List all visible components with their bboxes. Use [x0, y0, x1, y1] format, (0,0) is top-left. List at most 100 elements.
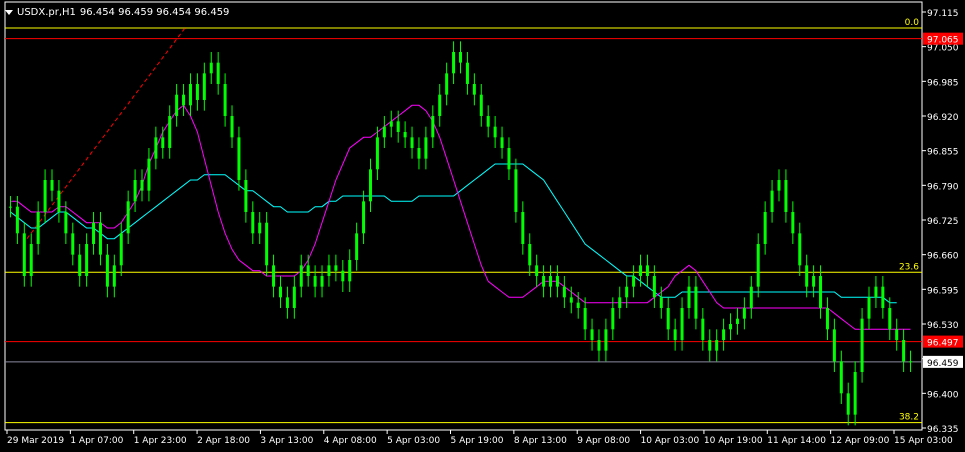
candle-body: [168, 116, 172, 148]
x-tick-label: 5 Apr 03:00: [387, 436, 440, 446]
candle-body: [417, 148, 421, 159]
candle-body: [500, 137, 504, 148]
candle-body: [313, 276, 317, 287]
candle-body: [57, 190, 61, 212]
candle-body: [722, 329, 726, 340]
candle-body: [438, 94, 442, 116]
plot-frame: [4, 1, 923, 431]
candle-body: [486, 116, 490, 127]
candle-body: [306, 265, 310, 276]
candle-body: [645, 265, 649, 276]
candle-body: [701, 318, 705, 340]
candle-body: [784, 180, 788, 212]
candle-body: [777, 180, 781, 191]
candle-body: [604, 329, 608, 351]
candle-body: [292, 286, 296, 308]
candle-body: [860, 318, 864, 372]
candle-body: [15, 206, 19, 234]
candle-body: [687, 286, 691, 308]
candle-body: [431, 116, 435, 138]
candle-body: [43, 180, 47, 212]
fibo-level-label: 23.6: [899, 262, 919, 272]
candle-body: [230, 116, 234, 138]
candle-body: [507, 148, 511, 170]
candle-body: [832, 329, 836, 362]
candle-body: [237, 137, 241, 180]
candle-body: [78, 254, 82, 276]
candle-body: [763, 212, 767, 244]
candle-body: [188, 84, 192, 106]
candle-body: [334, 265, 338, 271]
x-tick-label: 5 Apr 19:00: [451, 436, 504, 446]
candle-body: [216, 62, 220, 84]
candle-body: [452, 52, 456, 74]
candle-body: [182, 94, 186, 106]
price-chart[interactable]: 97.11597.05096.98596.92096.85596.79096.7…: [0, 0, 965, 452]
candle-body: [341, 270, 345, 282]
ma-fast-line: [10, 104, 911, 330]
candle-body: [36, 212, 40, 244]
candle-body: [92, 222, 96, 244]
candle-body: [680, 308, 684, 340]
candle-body: [562, 286, 566, 298]
candle-body: [244, 180, 248, 212]
candle-body: [424, 137, 428, 159]
candle-body: [549, 276, 553, 287]
x-tick-label: 8 Apr 13:00: [514, 436, 567, 446]
candle-body: [147, 158, 151, 191]
candle-body: [382, 126, 386, 138]
y-tick-label: 96.790: [927, 182, 959, 192]
candle-body: [362, 201, 366, 234]
x-tick-label: 2 Apr 18:00: [197, 436, 250, 446]
candle-body: [71, 233, 75, 255]
candle-body: [881, 286, 885, 308]
y-tick-label: 96.660: [927, 252, 959, 262]
candle-body: [348, 260, 352, 282]
candle-body: [756, 244, 760, 287]
candle-body: [327, 265, 331, 276]
candle-body: [403, 132, 407, 138]
candle-body: [535, 265, 539, 276]
candle-body: [895, 329, 899, 340]
candle-body: [874, 286, 878, 298]
candle-body: [659, 297, 663, 308]
y-tick-label: 96.400: [927, 390, 959, 400]
candle-body: [542, 276, 546, 287]
candle-body: [902, 340, 906, 362]
candle-body: [521, 212, 525, 244]
fibo-level-label: 38.2: [899, 413, 919, 423]
candle-body: [133, 180, 137, 202]
candle-body: [154, 137, 158, 159]
candle-body: [805, 265, 809, 287]
candle-body: [98, 222, 102, 255]
candle-body: [29, 244, 33, 276]
candle-body: [410, 137, 414, 148]
y-tick-label: 97.115: [927, 9, 959, 19]
candle-body: [126, 201, 130, 234]
candle-body: [265, 222, 269, 266]
candle-body: [798, 233, 802, 266]
candle-body: [729, 324, 733, 330]
candle-body: [812, 276, 816, 287]
candle-body: [583, 308, 587, 330]
candle-body: [569, 297, 573, 303]
candle-body: [708, 340, 712, 351]
candle-body: [161, 137, 165, 148]
candle-body: [299, 265, 303, 287]
y-tick-label: 96.920: [927, 113, 959, 123]
candle-body: [839, 361, 843, 394]
candle-body: [375, 137, 379, 170]
candle-body: [611, 308, 615, 330]
candle-body: [22, 233, 26, 276]
y-tick-label: 96.530: [927, 321, 959, 331]
candle-body: [528, 244, 532, 266]
x-tick-label: 9 Apr 08:00: [577, 436, 630, 446]
candle-body: [576, 302, 580, 308]
candle-body: [888, 308, 892, 330]
candle-body: [278, 286, 282, 298]
chart-container[interactable]: USDX.pr,H1 96.454 96.459 96.454 96.459 9…: [0, 0, 965, 452]
candle-body: [112, 265, 116, 287]
candle-body: [853, 372, 857, 415]
candle-body: [258, 222, 262, 234]
candle-body: [175, 94, 179, 116]
